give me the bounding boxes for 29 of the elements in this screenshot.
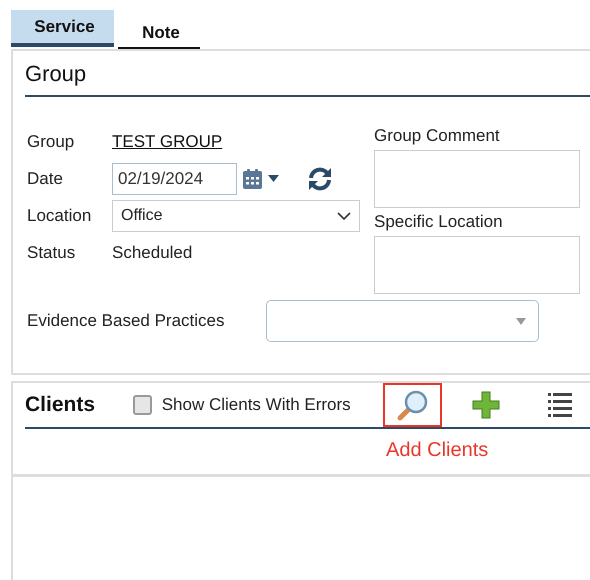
- calendar-icon[interactable]: [243, 168, 262, 188]
- caret-icon[interactable]: [268, 175, 279, 182]
- section-title: Clients: [25, 393, 96, 417]
- section-title: Group: [25, 61, 88, 88]
- specific-location-field[interactable]: [374, 236, 580, 294]
- list-icon: [548, 391, 572, 419]
- search-button[interactable]: [382, 383, 442, 427]
- location-dropdown[interactable]: Office: [112, 200, 360, 232]
- field-label: Group Comment: [374, 126, 501, 146]
- date-field[interactable]: 02/19/2024: [112, 162, 237, 194]
- field-label: Date: [27, 168, 64, 188]
- comment-field[interactable]: [374, 150, 580, 208]
- search-icon: [396, 389, 429, 421]
- plus-icon: [471, 390, 502, 420]
- field-label: Evidence Based Practices: [27, 311, 226, 331]
- status-value: Scheduled: [112, 242, 192, 262]
- field-label: Location: [27, 206, 92, 226]
- annotation-label: Add Clients: [386, 439, 488, 462]
- caret-icon: [516, 318, 526, 324]
- checkbox-label: Show Clients With Errors: [162, 395, 351, 415]
- refresh-icon[interactable]: [307, 166, 333, 190]
- tab[interactable]: Note: [118, 10, 200, 49]
- chevron-icon: [337, 212, 351, 220]
- group-link[interactable]: TEST GROUP: [112, 132, 222, 152]
- field-label: Specific Location: [374, 212, 504, 232]
- field-label: Group: [27, 132, 76, 152]
- tab[interactable]: Service: [11, 10, 114, 47]
- field-label: Status: [27, 242, 76, 262]
- checkbox[interactable]: [132, 395, 152, 415]
